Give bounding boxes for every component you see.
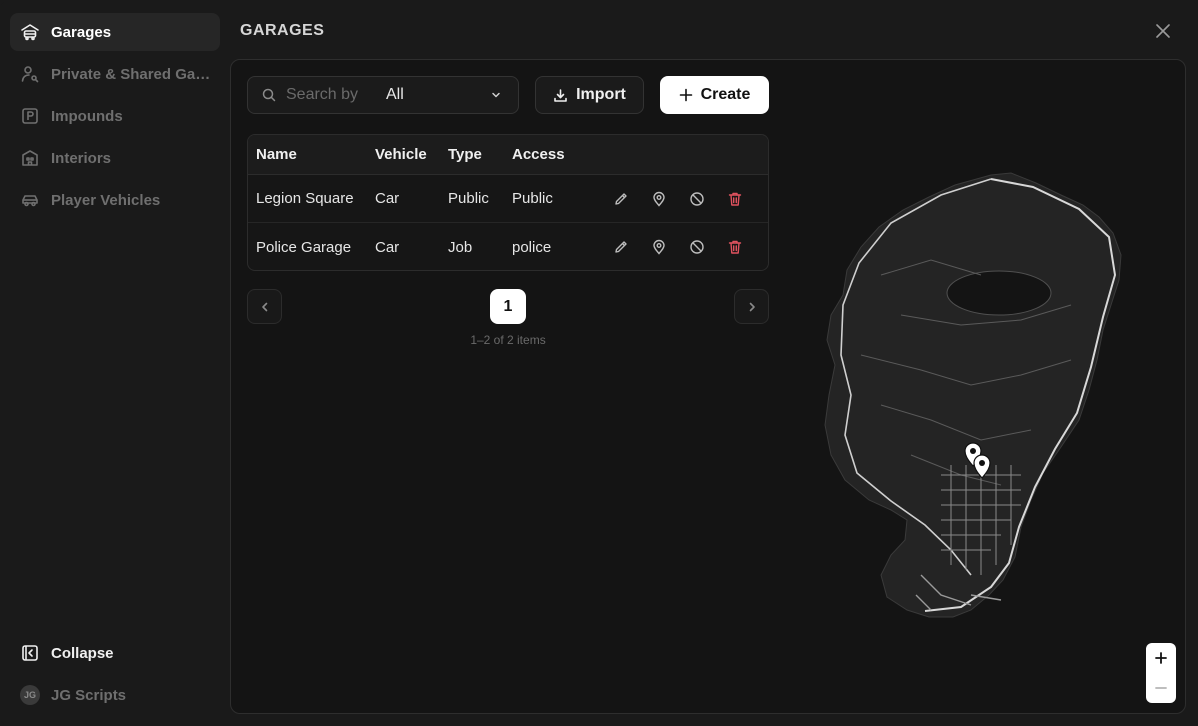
plus-icon: [1155, 652, 1167, 664]
user-profile[interactable]: JG JG Scripts: [10, 676, 220, 714]
map-pin-icon: [653, 191, 665, 207]
page-title: GARAGES: [240, 22, 325, 39]
column-header-type: Type: [448, 146, 482, 163]
collapse-label: Collapse: [51, 644, 114, 662]
row-actions: [610, 188, 762, 210]
sidebar-collapse-icon: [20, 643, 40, 663]
sidebar-item-garages[interactable]: Garages: [10, 13, 220, 51]
download-icon: [553, 88, 568, 103]
sidebar-item-private-shared-garages[interactable]: Private & Shared Garages: [10, 55, 220, 93]
sidebar-item-label: Interiors: [51, 149, 112, 167]
app-window: Garages Private & Shared Garages Impound…: [0, 0, 1198, 726]
sidebar-item-label: Garages: [51, 23, 112, 41]
map-zoom-controls: [1146, 643, 1176, 703]
zoom-out-button[interactable]: [1146, 673, 1176, 703]
map-pin-icon: [653, 239, 665, 255]
previous-page-button[interactable]: [247, 289, 282, 324]
sidebar: Garages Private & Shared Garages Impound…: [0, 0, 228, 726]
edit-button[interactable]: [610, 188, 632, 210]
sidebar-item-label: Player Vehicles: [51, 191, 161, 209]
map-lake: [946, 270, 1052, 316]
next-page-button[interactable]: [734, 289, 769, 324]
column-header-name: Name: [256, 146, 297, 163]
search-field[interactable]: Search by All: [247, 76, 519, 114]
import-button[interactable]: Import: [535, 76, 644, 114]
cell-type: Public: [448, 190, 489, 207]
sidebar-item-label: Impounds: [51, 107, 123, 125]
column-header-vehicle: Vehicle: [375, 146, 427, 163]
sidebar-item-interiors[interactable]: Interiors: [10, 139, 220, 177]
car-icon: [20, 190, 40, 210]
sidebar-item-label: Private & Shared Garages: [51, 65, 211, 83]
cell-access: police: [512, 238, 552, 256]
cell-vehicle: Car: [375, 190, 400, 207]
close-icon: [1156, 24, 1170, 38]
table-row: Legion Square Car Public Public: [248, 175, 768, 223]
pencil-icon: [615, 241, 627, 253]
ban-icon: [690, 240, 704, 254]
plus-icon: [679, 88, 693, 102]
garage-icon: [20, 22, 40, 42]
cell-name: Police Garage: [256, 238, 352, 256]
main-panel: Search by All Import Create Name Vehicle…: [230, 59, 1186, 714]
create-button[interactable]: Create: [660, 76, 769, 114]
user-key-icon: [20, 64, 40, 84]
delete-button[interactable]: [724, 236, 746, 258]
search-icon: [262, 88, 276, 102]
row-actions: [610, 236, 762, 258]
collapse-button[interactable]: Collapse: [10, 634, 220, 672]
close-button[interactable]: [1152, 20, 1174, 42]
building-icon: [20, 148, 40, 168]
table-header: Name Vehicle Type Access: [248, 135, 768, 175]
cell-name: Legion Square: [256, 190, 354, 207]
chevron-left-icon: [261, 302, 267, 311]
import-label: Import: [576, 86, 626, 103]
search-input[interactable]: Search by: [286, 86, 372, 104]
pagination-info: 1–2 of 2 items: [470, 333, 546, 347]
sidebar-item-impounds[interactable]: Impounds: [10, 97, 220, 135]
ban-icon: [690, 191, 704, 206]
chevron-right-icon: [749, 302, 755, 311]
column-header-access: Access: [512, 146, 565, 163]
cell-type: Job: [448, 238, 473, 256]
table-row: Police Garage Car Job police: [248, 223, 768, 270]
cell-access: Public: [512, 190, 553, 207]
zoom-in-button[interactable]: [1146, 643, 1176, 673]
user-name: JG Scripts: [51, 686, 127, 704]
pencil-icon: [615, 192, 627, 205]
cell-vehicle: Car: [375, 238, 400, 256]
locate-button[interactable]: [648, 188, 670, 210]
filter-select[interactable]: All: [386, 86, 490, 104]
locate-button[interactable]: [648, 236, 670, 258]
trash-icon: [728, 192, 742, 206]
chevron-down-icon: [492, 92, 500, 98]
minus-icon: [1155, 687, 1167, 689]
parking-icon: [20, 106, 40, 126]
sidebar-item-player-vehicles[interactable]: Player Vehicles: [10, 181, 220, 219]
world-map[interactable]: [821, 155, 1151, 625]
avatar: JG: [20, 685, 40, 705]
trash-icon: [728, 240, 742, 254]
edit-button[interactable]: [610, 236, 632, 258]
delete-button[interactable]: [724, 188, 746, 210]
disable-button[interactable]: [686, 236, 708, 258]
disable-button[interactable]: [686, 188, 708, 210]
garages-table: Name Vehicle Type Access Legion Square C…: [247, 134, 769, 271]
page-button-current[interactable]: 1: [490, 289, 526, 324]
create-label: Create: [700, 86, 751, 103]
